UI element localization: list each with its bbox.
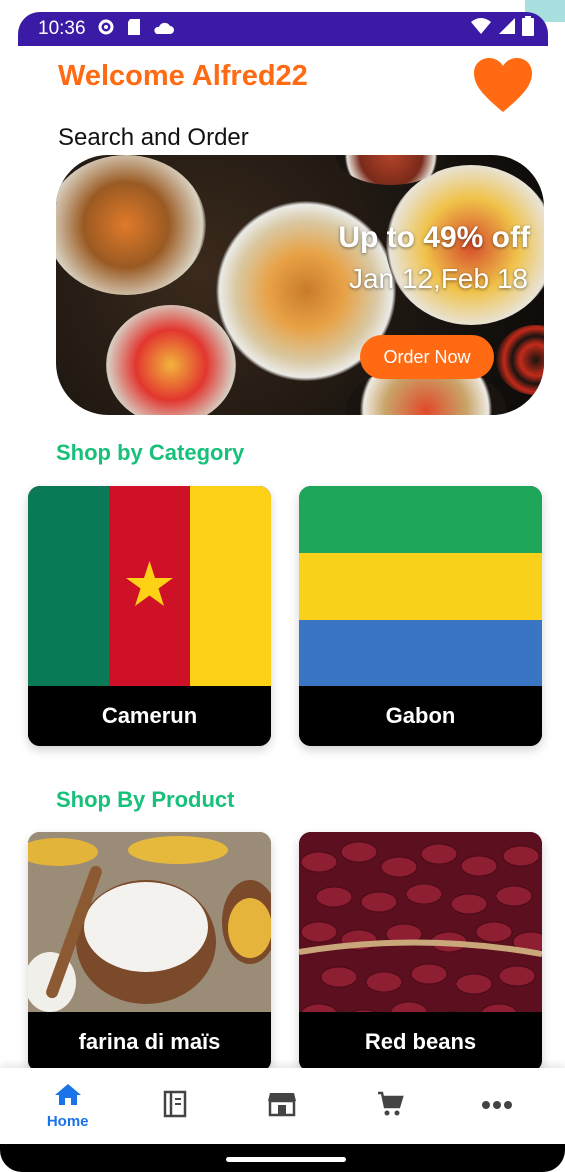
shop-by-category-title: Shop by Category	[56, 440, 245, 465]
settings-icon	[96, 17, 116, 42]
gesture-handle[interactable]	[226, 1157, 346, 1162]
banner-dates-text: Jan 12,Feb 18	[348, 263, 528, 294]
category-label: Gabon	[299, 686, 542, 746]
status-time: 10:36	[38, 18, 86, 39]
category-label: Camerun	[28, 686, 271, 746]
status-bar: 10:36	[18, 12, 548, 46]
favorites-heart-icon[interactable]	[472, 56, 534, 114]
signal-icon	[498, 17, 516, 41]
product-label: Red beans	[299, 1012, 542, 1072]
sd-card-icon	[126, 18, 142, 41]
welcome-title: Welcome Alfred22	[58, 60, 308, 92]
shop-by-product-title: Shop By Product	[56, 787, 235, 812]
nav-catalog[interactable]	[135, 1090, 215, 1123]
cameroon-flag-image	[28, 486, 271, 686]
app-screen: 10:36 Welcome Alfred22 Search and Order …	[0, 0, 565, 1172]
promo-banner[interactable]: Up to 49% off Jan 12,Feb 18 Order Now	[56, 155, 544, 415]
order-now-button[interactable]: Order Now	[360, 335, 494, 379]
catalog-icon	[162, 1090, 188, 1123]
home-icon	[54, 1082, 82, 1111]
search-and-order-label: Search and Order	[58, 124, 249, 151]
bottom-navigation: Home	[0, 1068, 565, 1144]
nav-more[interactable]	[457, 1097, 537, 1115]
nav-cart[interactable]	[350, 1090, 430, 1123]
corn-flour-image	[28, 832, 271, 1032]
nav-store[interactable]	[242, 1091, 322, 1122]
red-beans-image	[299, 832, 542, 1032]
banner-food-image	[56, 155, 206, 295]
nav-home-label: Home	[46, 1113, 89, 1130]
product-card-corn-flour[interactable]: farina di maïs	[28, 832, 271, 1072]
category-card-gabon[interactable]: Gabon	[299, 486, 542, 746]
banner-promo-text: Up to 49% off	[338, 221, 530, 254]
product-label: farina di maïs	[28, 1012, 271, 1072]
gabon-flag-image	[299, 486, 542, 686]
store-icon	[267, 1091, 297, 1122]
cart-icon	[376, 1090, 404, 1123]
banner-food-image	[496, 325, 544, 395]
battery-icon	[522, 16, 534, 42]
cloud-icon	[152, 19, 174, 40]
more-icon	[481, 1097, 513, 1115]
wifi-icon	[470, 17, 492, 41]
product-card-red-beans[interactable]: Red beans	[299, 832, 542, 1072]
status-right	[470, 16, 534, 42]
category-card-cameroon[interactable]: Camerun	[28, 486, 271, 746]
nav-home[interactable]: Home	[28, 1082, 108, 1130]
banner-food-image	[106, 305, 236, 415]
